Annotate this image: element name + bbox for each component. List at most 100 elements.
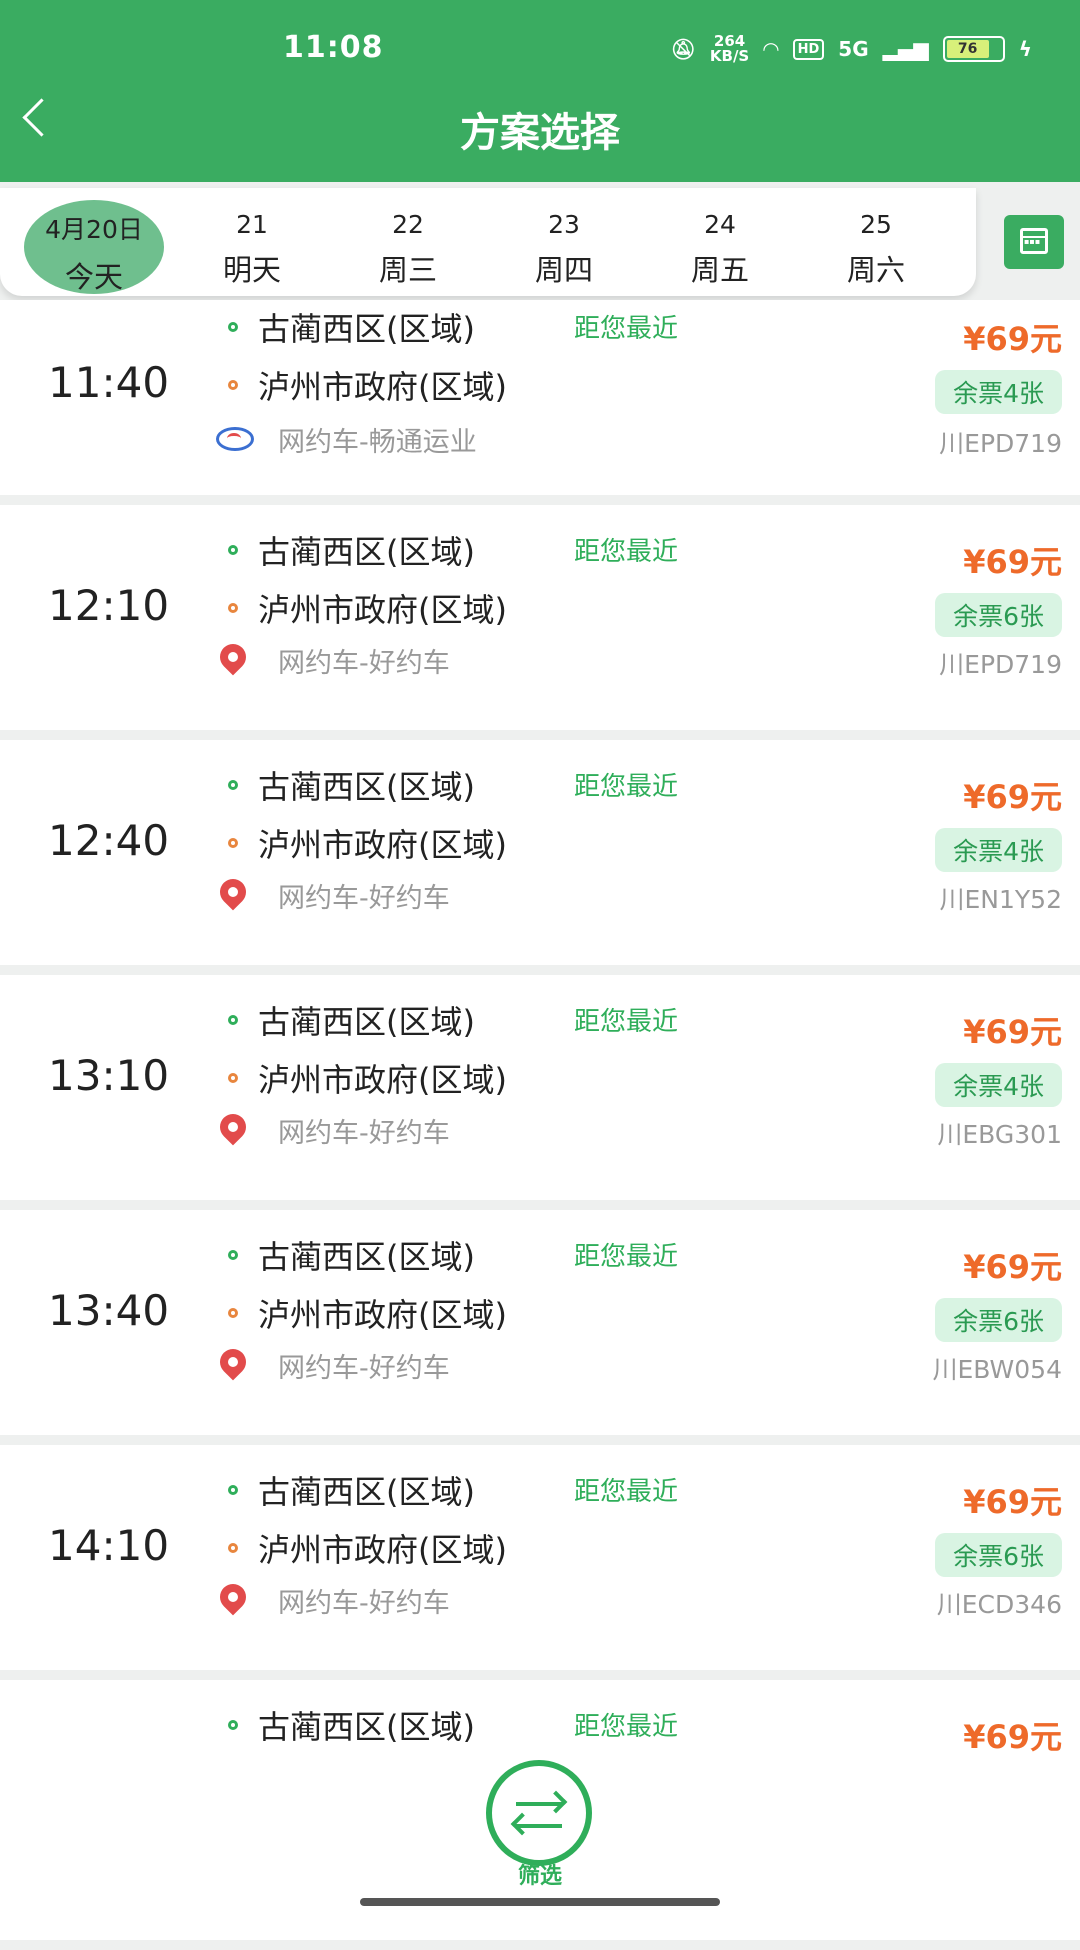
origin-name: 古蔺西区(区域) xyxy=(258,1003,475,1041)
departure-time: 12:10 xyxy=(48,581,170,630)
map-pin-icon xyxy=(214,873,252,913)
origin-row: 古蔺西区(区域) xyxy=(228,1232,475,1278)
calendar-button[interactable] xyxy=(1004,215,1064,269)
origin-name: 古蔺西区(区域) xyxy=(258,1238,475,1276)
nearest-tag: 距您最近 xyxy=(574,537,679,567)
origin-dot-icon xyxy=(228,1250,238,1260)
date-number: 22 xyxy=(392,210,424,239)
wifi-icon: ◠ xyxy=(763,37,779,61)
departure-time: 13:40 xyxy=(48,1286,170,1335)
plate-number: 川EPD719 xyxy=(939,429,1062,458)
seats-badge: 余票6张 xyxy=(935,1298,1062,1342)
price: ¥69元 xyxy=(963,543,1062,581)
price: ¥69元 xyxy=(963,1013,1062,1051)
date-weekday: 周五 xyxy=(690,253,749,287)
plate-number: 川EBG301 xyxy=(937,1120,1062,1149)
operator-logo-icon xyxy=(216,423,254,457)
date-number: 21 xyxy=(236,210,268,239)
date-item-21[interactable]: 21 明天 xyxy=(182,188,322,296)
departure-time: 11:40 xyxy=(48,358,170,407)
date-number: 4月20日 xyxy=(45,215,143,244)
calendar-icon xyxy=(1020,228,1048,254)
date-selector: 4月20日 今天 21 明天 22 周三 23 周四 24 周五 25 周六 xyxy=(0,188,976,296)
origin-name: 古蔺西区(区域) xyxy=(258,310,475,348)
trip-card[interactable]: 13:40 古蔺西区(区域) 距您最近 泸州市政府(区域) 网约车-好约车 ¥6… xyxy=(0,1210,1080,1435)
date-weekday: 周三 xyxy=(378,253,437,287)
filter-button[interactable] xyxy=(486,1760,592,1866)
destination-dot-icon xyxy=(228,603,238,613)
operator-row: 网约车-畅通运业 xyxy=(216,420,477,459)
origin-dot-icon xyxy=(228,780,238,790)
destination-row: 泸州市政府(区域) xyxy=(228,1290,507,1336)
map-pin-icon xyxy=(214,1578,252,1618)
departure-time: 12:40 xyxy=(48,816,170,865)
origin-name: 古蔺西区(区域) xyxy=(258,533,475,571)
signal-icon: ▂▄▆ xyxy=(882,37,929,61)
home-indicator[interactable] xyxy=(360,1898,720,1906)
destination-row: 泸州市政府(区域) xyxy=(228,1055,507,1101)
price: ¥69元 xyxy=(963,1483,1062,1521)
seats-badge: 余票4张 xyxy=(935,1063,1062,1107)
nearest-tag: 距您最近 xyxy=(574,1242,679,1272)
price: ¥69元 xyxy=(963,778,1062,816)
battery-icon: 76 xyxy=(942,36,1005,62)
nearest-tag: 距您最近 xyxy=(574,1712,679,1742)
date-item-22[interactable]: 22 周三 xyxy=(338,188,478,296)
origin-row: 古蔺西区(区域) xyxy=(228,1467,475,1513)
destination-dot-icon xyxy=(228,838,238,848)
operator-name: 网约车-好约车 xyxy=(278,1353,450,1384)
operator-row: 网约车-好约车 xyxy=(214,638,450,680)
trip-list: 11:40 古蔺西区(区域) 距您最近 泸州市政府(区域) 网约车-畅通运业 ¥… xyxy=(0,300,1080,1950)
nearest-tag: 距您最近 xyxy=(574,1477,679,1507)
mute-icon: 🔕︎ xyxy=(670,37,696,61)
swap-arrow-left-icon xyxy=(516,1824,562,1828)
trip-card[interactable]: 12:40 古蔺西区(区域) 距您最近 泸州市政府(区域) 网约车-好约车 ¥6… xyxy=(0,740,1080,965)
operator-row: 网约车-好约车 xyxy=(214,1108,450,1150)
date-number: 25 xyxy=(860,210,892,239)
date-item-24[interactable]: 24 周五 xyxy=(650,188,790,296)
destination-row: 泸州市政府(区域) xyxy=(228,585,507,631)
price: ¥69元 xyxy=(963,1248,1062,1286)
page-title: 方案选择 xyxy=(460,110,620,156)
plate-number: 川EBW054 xyxy=(932,1355,1063,1384)
filter-label: 筛选 xyxy=(517,1864,562,1889)
destination-row: 泸州市政府(区域) xyxy=(228,820,507,866)
trip-card[interactable]: 13:10 古蔺西区(区域) 距您最近 泸州市政府(区域) 网约车-好约车 ¥6… xyxy=(0,975,1080,1200)
date-item-23[interactable]: 23 周四 xyxy=(494,188,634,296)
date-weekday: 周六 xyxy=(846,253,905,287)
map-pin-icon xyxy=(214,1108,252,1148)
signal-label: 5G xyxy=(838,37,869,61)
date-item-today[interactable]: 4月20日 今天 xyxy=(24,188,164,296)
operator-name: 网约车-好约车 xyxy=(278,1588,450,1619)
trip-card[interactable]: 12:10 古蔺西区(区域) 距您最近 泸州市政府(区域) 网约车-好约车 ¥6… xyxy=(0,505,1080,730)
origin-row: 古蔺西区(区域) xyxy=(228,304,475,350)
trip-card[interactable]: 14:10 古蔺西区(区域) 距您最近 泸州市政府(区域) 网约车-好约车 ¥6… xyxy=(0,1445,1080,1670)
origin-name: 古蔺西区(区域) xyxy=(258,1473,475,1511)
operator-name: 网约车-好约车 xyxy=(278,1118,450,1149)
origin-dot-icon xyxy=(228,545,238,555)
destination-dot-icon xyxy=(228,1308,238,1318)
battery-level: 76 xyxy=(946,40,989,58)
seats-badge: 余票6张 xyxy=(935,1533,1062,1577)
price: ¥69元 xyxy=(963,320,1062,358)
seats-badge: 余票4张 xyxy=(935,828,1062,872)
hd-icon: HD xyxy=(792,38,825,60)
map-pin-icon xyxy=(214,1343,252,1383)
date-item-25[interactable]: 25 周六 xyxy=(806,188,946,296)
departure-time: 14:10 xyxy=(48,1521,170,1570)
trip-card[interactable]: 11:40 古蔺西区(区域) 距您最近 泸州市政府(区域) 网约车-畅通运业 ¥… xyxy=(0,300,1080,495)
operator-row: 网约车-好约车 xyxy=(214,873,450,915)
departure-time: 13:10 xyxy=(48,1051,170,1100)
map-pin-icon xyxy=(214,638,252,678)
date-weekday: 周四 xyxy=(534,253,593,287)
status-time: 11:08 xyxy=(283,30,384,65)
price: ¥69元 xyxy=(963,1718,1062,1756)
origin-dot-icon xyxy=(228,322,238,332)
destination-name: 泸州市政府(区域) xyxy=(258,591,507,629)
date-number: 23 xyxy=(548,210,580,239)
status-icons: 🔕︎ 264 KB/S ◠ HD 5G ▂▄▆ 76 ϟ xyxy=(671,34,1033,64)
nearest-tag: 距您最近 xyxy=(574,772,679,802)
destination-name: 泸州市政府(区域) xyxy=(258,1296,507,1334)
destination-dot-icon xyxy=(228,1543,238,1553)
operator-row: 网约车-好约车 xyxy=(214,1343,450,1385)
